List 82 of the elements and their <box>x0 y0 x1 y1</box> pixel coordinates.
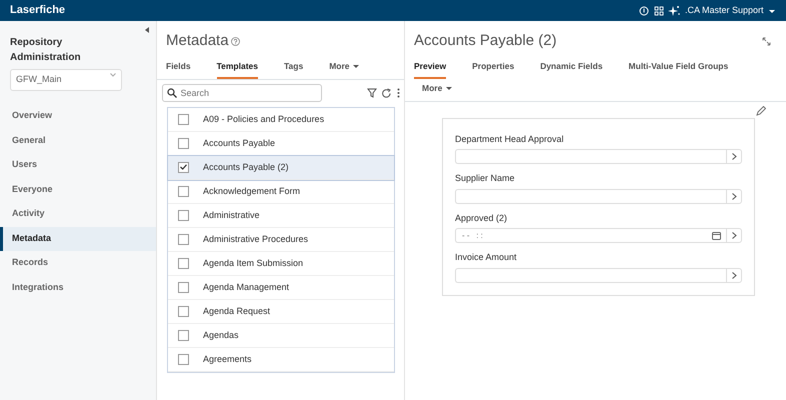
user-menu[interactable]: .CA Master Support <box>684 4 776 18</box>
chevron-right-icon[interactable] <box>732 192 736 200</box>
checkbox[interactable] <box>178 234 189 245</box>
checkbox[interactable] <box>178 258 189 269</box>
apps-icon[interactable] <box>654 6 664 16</box>
help-icon[interactable] <box>230 36 240 46</box>
checkbox[interactable] <box>178 354 189 365</box>
tab[interactable]: More <box>329 57 360 79</box>
chevron-right-icon[interactable] <box>732 272 736 278</box>
template-row[interactable]: A09 - Policies and Procedures <box>168 108 394 132</box>
sidebar-item[interactable]: Overview <box>0 104 156 128</box>
tab[interactable]: Dynamic Fields <box>540 57 603 79</box>
template-name: Agenda Item Submission <box>203 256 304 270</box>
sidebar-title: Repository Administration <box>9 36 82 65</box>
tab[interactable]: Tags <box>284 57 304 79</box>
tab[interactable]: Preview <box>414 57 446 79</box>
field-label: Department Head Approval <box>455 132 565 146</box>
field-label: Invoice Amount <box>455 251 518 264</box>
input-field[interactable] <box>455 149 726 164</box>
checkbox[interactable] <box>178 186 189 197</box>
checkbox[interactable] <box>178 306 189 317</box>
page-title: Metadata <box>166 31 229 51</box>
tab[interactable]: More <box>422 78 453 100</box>
refresh-icon[interactable] <box>381 88 392 99</box>
template-row[interactable]: Administrative Procedures <box>168 228 394 252</box>
field-label: Supplier Name <box>455 172 516 185</box>
chevron-down-icon <box>110 73 116 77</box>
template-row[interactable]: Agreements <box>168 348 394 372</box>
sidebar-item[interactable]: Everyone <box>0 178 156 202</box>
sidebar-item[interactable]: Activity <box>0 202 156 226</box>
template-row[interactable]: Agendas <box>168 324 394 348</box>
repository-select[interactable]: GFW_Main <box>10 69 122 90</box>
chevron-right-icon[interactable] <box>732 153 736 160</box>
checkbox[interactable] <box>178 210 189 221</box>
tab[interactable]: Properties <box>472 57 514 79</box>
template-name: A09 - Policies and Procedures <box>203 112 324 126</box>
check-icon <box>180 164 187 170</box>
caret-icon <box>768 8 776 14</box>
sidebar-item[interactable]: Records <box>0 251 156 276</box>
template-name: Acknowledgement Form <box>203 184 300 198</box>
sidebar-item[interactable]: Users <box>0 153 156 178</box>
sidebar-item[interactable]: Metadata <box>0 226 156 251</box>
input-field[interactable]: - - : : <box>455 228 726 243</box>
chevron-right-icon[interactable] <box>732 232 736 239</box>
expand-icon[interactable] <box>762 36 771 46</box>
sidebar-item[interactable]: General <box>0 128 156 153</box>
sparkle-icon[interactable] <box>668 5 680 16</box>
search-field[interactable]: Search <box>162 84 322 102</box>
checkbox[interactable] <box>178 282 189 293</box>
more-options-icon[interactable] <box>396 88 400 98</box>
checkbox[interactable] <box>178 138 189 149</box>
collapse-icon[interactable] <box>145 27 150 33</box>
template-row[interactable]: Agenda Request <box>168 300 394 324</box>
calendar-icon[interactable] <box>712 231 721 240</box>
filter-icon[interactable] <box>366 88 376 98</box>
template-name: Agenda Request <box>203 304 270 318</box>
template-row[interactable]: Acknowledgement Form <box>168 180 394 204</box>
checkbox[interactable] <box>178 330 189 341</box>
tab[interactable]: Multi-Value Field Groups <box>628 57 728 79</box>
brand-logo: Laserfiche <box>10 3 66 18</box>
checkbox[interactable] <box>178 162 189 173</box>
template-name: Agendas <box>203 328 239 342</box>
sidebar-item[interactable]: Integrations <box>0 276 156 300</box>
template-name: Administrative Procedures <box>203 232 308 246</box>
tab[interactable]: Fields <box>166 57 191 79</box>
tab[interactable]: Templates <box>216 57 258 79</box>
input-field[interactable] <box>455 268 726 282</box>
template-row[interactable]: Agenda Item Submission <box>168 252 394 276</box>
template-name: Administrative <box>203 208 260 222</box>
template-name: Agreements <box>203 352 252 366</box>
info-icon[interactable] <box>639 6 650 16</box>
template-row[interactable]: Agenda Management <box>168 276 394 300</box>
template-name: Accounts Payable (2) <box>203 160 289 174</box>
field-label: Approved (2) <box>455 212 508 225</box>
template-row[interactable]: Administrative <box>168 204 394 228</box>
checkbox[interactable] <box>178 114 189 125</box>
template-name: Accounts Payable <box>203 136 276 150</box>
template-name: Agenda Management <box>203 280 290 294</box>
pencil-icon[interactable] <box>756 106 766 116</box>
template-row[interactable]: Accounts Payable (2) <box>168 156 394 180</box>
detail-title: Accounts Payable (2) <box>414 31 557 51</box>
input-field[interactable] <box>455 188 726 204</box>
